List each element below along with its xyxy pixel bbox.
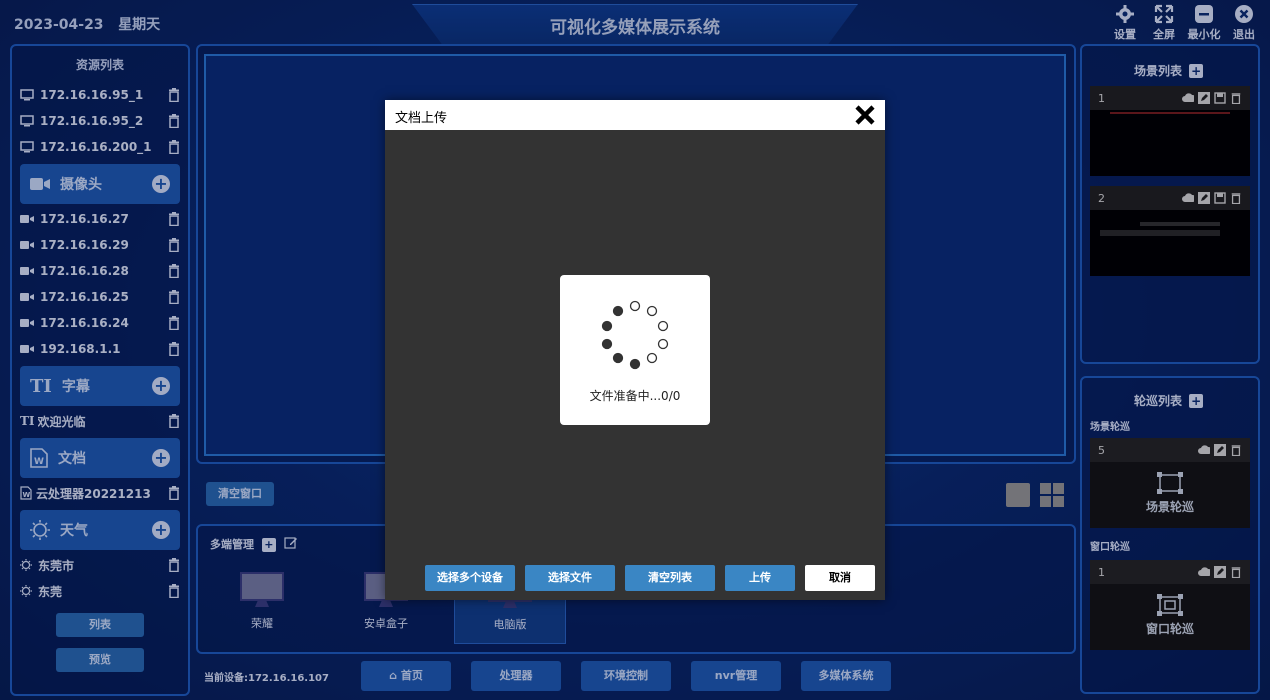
clear-list-button[interactable]: 清空列表 [625, 565, 715, 591]
dialog-header [385, 100, 885, 130]
select-devices-button[interactable]: 选择多个设备 [425, 565, 515, 591]
select-file-button[interactable]: 选择文件 [525, 565, 615, 591]
upload-button[interactable]: 上传 [725, 565, 795, 591]
close-icon[interactable] [854, 104, 876, 126]
spinner-icon [601, 300, 669, 370]
dialog-title: 文档上传 [395, 111, 448, 126]
loading-text: 文件准备中...0/0 [589, 389, 681, 403]
cancel-button[interactable]: 取消 [805, 565, 875, 591]
